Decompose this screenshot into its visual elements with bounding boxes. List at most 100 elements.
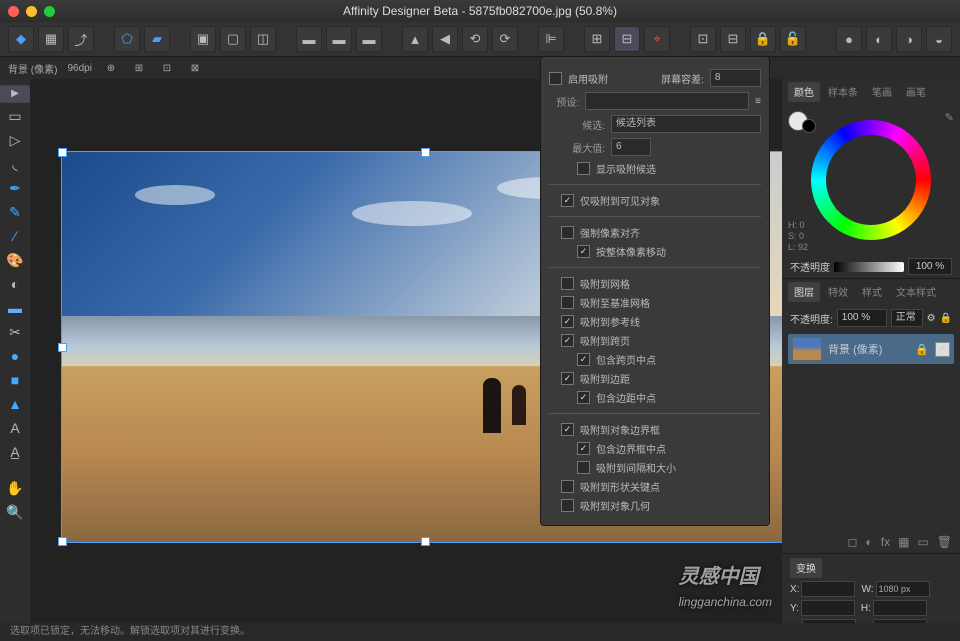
tab-brushes[interactable]: 笔画 [866, 82, 898, 102]
tab-layers[interactable]: 图层 [788, 282, 820, 302]
new-layer-button[interactable]: ⬠ [114, 26, 140, 52]
snap-guides-checkbox[interactable]: ✓ [561, 315, 574, 328]
preset-select[interactable] [585, 92, 749, 110]
snap-grid-checkbox[interactable] [561, 277, 574, 290]
handle-bl[interactable] [58, 537, 67, 546]
ellipse-tool[interactable]: ■ [4, 369, 26, 391]
lock-icon[interactable]: 🔒 [940, 313, 952, 324]
group-button[interactable]: ⊡ [690, 26, 716, 52]
brush-tool[interactable]: ⁄ [4, 225, 26, 247]
candidate-select[interactable]: 候选列表 [611, 115, 761, 133]
minimize-window-button[interactable] [26, 6, 37, 17]
incl-bbox-mid-checkbox[interactable]: ✓ [577, 442, 590, 455]
force-pixel-checkbox[interactable] [561, 226, 574, 239]
frame-text-tool[interactable]: A̲ [4, 441, 26, 463]
node-tool[interactable]: ▷ [4, 129, 26, 151]
subtract-button[interactable]: ◐ [866, 26, 892, 52]
rotate-cw-button[interactable]: ⟳ [492, 26, 518, 52]
move-tool[interactable]: ▶ [0, 85, 31, 103]
color-picker-icon[interactable]: ✎ [945, 111, 954, 124]
snap-gaps-checkbox[interactable] [577, 461, 590, 474]
tab-transform[interactable]: 变换 [790, 558, 822, 578]
stroke-swatch[interactable] [802, 119, 816, 133]
lock-button[interactable]: 🔒 [750, 26, 776, 52]
new-pixel-layer-button[interactable]: ▰ [144, 26, 170, 52]
add-group-icon[interactable]: ▭ [917, 535, 928, 549]
ctx-btn-3[interactable]: ⊡ [158, 59, 176, 77]
snap-spread-checkbox[interactable]: ✓ [561, 334, 574, 347]
move-inside-button[interactable]: ▬ [356, 26, 382, 52]
snap-settings-button[interactable]: ⌖ [644, 26, 670, 52]
tab-swatches[interactable]: 样本条 [822, 82, 864, 102]
move-back-button[interactable]: ▬ [326, 26, 352, 52]
rotate-ccw-button[interactable]: ⟲ [462, 26, 488, 52]
tab-effects[interactable]: 特效 [822, 282, 854, 302]
intersect-button[interactable]: ◑ [896, 26, 922, 52]
artboard-tool[interactable]: ▭ [4, 105, 26, 127]
transform-y-input[interactable] [801, 600, 855, 616]
delete-layer-icon[interactable]: 🗑 [937, 535, 952, 549]
zoom-tool[interactable]: 🔍 [4, 501, 26, 523]
flip-vertical-button[interactable]: ◀ [432, 26, 458, 52]
pen-tool[interactable]: ✒ [4, 177, 26, 199]
pencil-tool[interactable]: ✎ [4, 201, 26, 223]
blend-mode-select[interactable]: 正常 [891, 309, 923, 327]
ctx-btn-2[interactable]: ⊞ [130, 59, 148, 77]
handle-tl[interactable] [58, 148, 67, 157]
rectangle-tool[interactable]: ● [4, 345, 26, 367]
persona-export-button[interactable]: ⤴ [68, 26, 94, 52]
snap-key-points-checkbox[interactable] [561, 480, 574, 493]
layer-opacity-select[interactable]: 100 % [837, 309, 887, 327]
ctx-btn-4[interactable]: ⊠ [186, 59, 204, 77]
place-image-tool[interactable]: ▬ [4, 297, 26, 319]
incl-spread-mid-checkbox[interactable]: ✓ [577, 353, 590, 366]
tab-brush[interactable]: 画笔 [900, 82, 932, 102]
ungroup-button[interactable]: ⊟ [720, 26, 746, 52]
corner-tool[interactable]: ◟ [4, 153, 26, 175]
whole-pixel-checkbox[interactable]: ✓ [577, 245, 590, 258]
handle-tm[interactable] [421, 148, 430, 157]
tab-color[interactable]: 颜色 [788, 82, 820, 102]
add-layer-icon[interactable]: ▦ [898, 535, 909, 549]
preset-menu-icon[interactable]: ≡ [755, 96, 761, 107]
invert-selection-button[interactable]: ◫ [250, 26, 276, 52]
handle-ml[interactable] [58, 343, 67, 352]
max-input[interactable]: 6 [611, 138, 651, 156]
text-tool[interactable]: A [4, 417, 26, 439]
transform-x-input[interactable] [801, 581, 855, 597]
transparency-tool[interactable]: ◐ [4, 273, 26, 295]
rounded-rect-tool[interactable]: ▲ [4, 393, 26, 415]
tab-text-styles[interactable]: 文本样式 [890, 282, 942, 302]
snap-geometry-checkbox[interactable] [561, 499, 574, 512]
crop-tool[interactable]: ✂ [4, 321, 26, 343]
flip-horizontal-button[interactable]: ▲ [402, 26, 428, 52]
add-button[interactable]: ● [836, 26, 862, 52]
fill-tool[interactable]: 🎨 [4, 249, 26, 271]
color-wheel[interactable]: ✎ H: 0 S: 0 L: 92 [782, 105, 960, 255]
move-forward-button[interactable]: ▬ [296, 26, 322, 52]
fx-icon[interactable]: fx [881, 535, 890, 549]
divide-button[interactable]: ◒ [926, 26, 952, 52]
deselect-button[interactable]: ▢ [220, 26, 246, 52]
only-visible-checkbox[interactable]: ✓ [561, 194, 574, 207]
handle-bm[interactable] [421, 537, 430, 546]
opacity-slider[interactable] [834, 262, 904, 272]
grid-button[interactable]: ⊞ [584, 26, 610, 52]
align-left-button[interactable]: ⊫ [538, 26, 564, 52]
persona-pixel-button[interactable]: ▦ [38, 26, 64, 52]
close-window-button[interactable] [8, 6, 19, 17]
enable-snap-checkbox[interactable] [549, 72, 562, 85]
layer-lock-icon[interactable]: 🔒 [915, 343, 929, 356]
show-candidates-checkbox[interactable] [577, 162, 590, 175]
snap-margins-checkbox[interactable]: ✓ [561, 372, 574, 385]
transform-w-input[interactable] [876, 581, 930, 597]
layer-visible-checkbox[interactable]: ✓ [935, 342, 950, 357]
persona-vector-button[interactable]: ◆ [8, 26, 34, 52]
opacity-value[interactable]: 100 % [908, 258, 952, 275]
select-all-button[interactable]: ▣ [190, 26, 216, 52]
ctx-btn-1[interactable]: ⊕ [102, 59, 120, 77]
adjustment-icon[interactable]: ◐ [865, 535, 872, 549]
transform-h-input[interactable] [873, 600, 927, 616]
gear-icon[interactable]: ⚙ [927, 313, 936, 324]
tolerance-input[interactable]: 8 [710, 69, 761, 87]
